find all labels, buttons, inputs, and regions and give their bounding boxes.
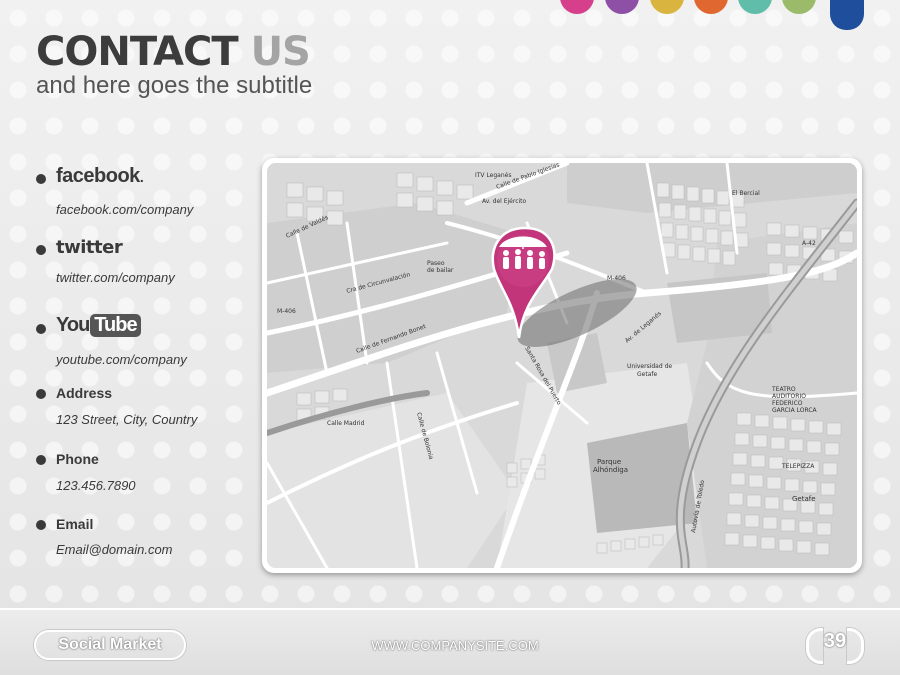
svg-text:de bailar: de bailar	[427, 267, 454, 274]
footer: Social Market WWW.COMPANYSITE.COM 39	[0, 608, 900, 675]
youtube-link[interactable]: youtube.com/company	[56, 352, 187, 367]
svg-text:TEATRO: TEATRO	[771, 386, 796, 393]
twitter-logo[interactable]: twitter	[56, 237, 123, 258]
map-svg: ITV Leganés El Bercial Paseo de bailar P…	[267, 163, 857, 568]
email-label: Email	[56, 516, 94, 532]
email-value[interactable]: Email@domain.com	[56, 542, 173, 557]
map-label: ITV Leganés	[475, 172, 511, 179]
page-number-value: 39	[823, 630, 847, 652]
svg-text:Paseo: Paseo	[427, 260, 445, 267]
phone-value[interactable]: 123.456.7890	[56, 478, 136, 493]
address-label: Address	[56, 385, 113, 401]
svg-text:AUDITORIO: AUDITORIO	[772, 393, 806, 400]
svg-text:Parque: Parque	[597, 458, 621, 466]
tab-green[interactable]	[782, 0, 816, 14]
title-us: US	[250, 29, 311, 75]
svg-text:Getafe: Getafe	[792, 495, 816, 503]
svg-text:M-406: M-406	[277, 308, 296, 315]
svg-text:Alhóndiga: Alhóndiga	[593, 466, 628, 474]
facebook-link[interactable]: facebook.com/company	[56, 202, 193, 217]
website-link[interactable]: WWW.COMPANYSITE.COM	[340, 638, 570, 653]
page-subtitle: and here goes the subtitle	[36, 72, 313, 99]
address-value: 123 Street, City, Country	[56, 412, 198, 427]
svg-text:Universidad de: Universidad de	[627, 363, 672, 370]
svg-text:GARCIA LORCA: GARCIA LORCA	[772, 407, 818, 414]
tab-yellow[interactable]	[650, 0, 684, 14]
twitter-link[interactable]: twitter.com/company	[56, 270, 175, 285]
tab-pink[interactable]	[560, 0, 594, 14]
title-contact: CONTACT	[36, 29, 239, 75]
svg-text:Getafe: Getafe	[637, 371, 657, 378]
bullet-icon	[36, 389, 46, 399]
map[interactable]: ITV Leganés El Bercial Paseo de bailar P…	[267, 163, 857, 568]
slide: CONTACT US and here goes the subtitle fa…	[0, 0, 900, 675]
youtube-logo[interactable]: You Tube	[56, 314, 141, 337]
tab-purple[interactable]	[605, 0, 639, 14]
tab-blue[interactable]	[830, 0, 864, 30]
svg-text:Calle Madrid: Calle Madrid	[327, 420, 365, 427]
map-frame: ITV Leganés El Bercial Paseo de bailar P…	[262, 158, 862, 573]
phone-label: Phone	[56, 451, 99, 467]
bullet-icon	[36, 245, 46, 255]
svg-text:El Bercial: El Bercial	[732, 190, 760, 197]
svg-text:Av. del Ejército: Av. del Ejército	[482, 198, 527, 205]
brand-logo[interactable]: Social Market	[34, 630, 186, 660]
bullet-icon	[36, 455, 46, 465]
bullet-icon	[36, 324, 46, 334]
facebook-logo[interactable]: facebook.	[56, 165, 144, 188]
svg-text:A-42: A-42	[802, 240, 816, 247]
tab-orange[interactable]	[694, 0, 728, 14]
page-title: CONTACT US	[36, 29, 311, 75]
svg-text:FEDERICO: FEDERICO	[772, 400, 803, 407]
page-number: 39	[806, 628, 864, 664]
tab-teal[interactable]	[738, 0, 772, 14]
svg-text:TELEPIZZA: TELEPIZZA	[781, 463, 815, 470]
bullet-icon	[36, 520, 46, 530]
bullet-icon	[36, 174, 46, 184]
